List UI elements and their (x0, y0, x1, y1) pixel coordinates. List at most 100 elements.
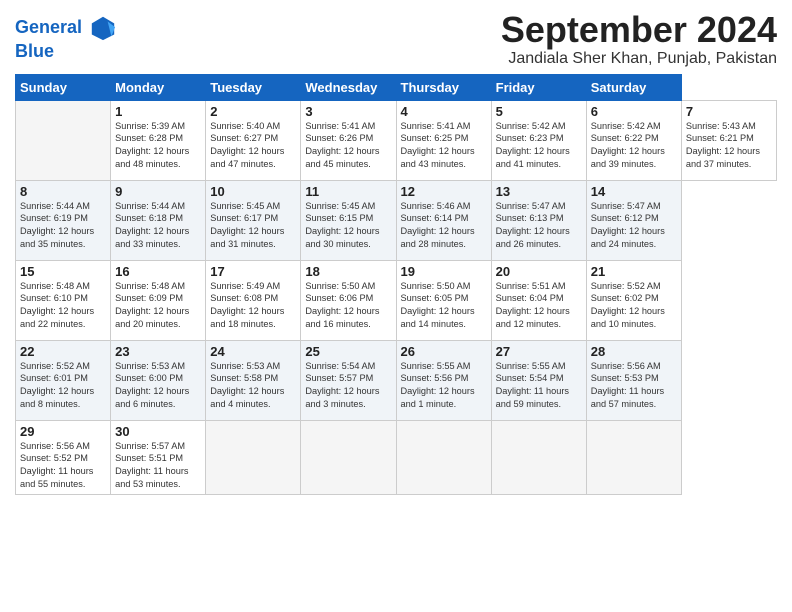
day-info: Sunrise: 5:52 AMSunset: 6:02 PMDaylight:… (591, 280, 677, 332)
calendar-cell: 3Sunrise: 5:41 AMSunset: 6:26 PMDaylight… (301, 100, 396, 180)
day-info: Sunrise: 5:42 AMSunset: 6:22 PMDaylight:… (591, 120, 677, 172)
calendar-cell: 26Sunrise: 5:55 AMSunset: 5:56 PMDayligh… (396, 340, 491, 420)
weekday-header-saturday: Saturday (586, 74, 681, 100)
day-number: 1 (115, 104, 201, 119)
location-title: Jandiala Sher Khan, Punjab, Pakistan (501, 50, 777, 68)
day-number: 6 (591, 104, 677, 119)
calendar-week-4: 29Sunrise: 5:56 AMSunset: 5:52 PMDayligh… (16, 420, 777, 495)
calendar-cell: 17Sunrise: 5:49 AMSunset: 6:08 PMDayligh… (206, 260, 301, 340)
day-number: 21 (591, 264, 677, 279)
calendar-cell: 15Sunrise: 5:48 AMSunset: 6:10 PMDayligh… (16, 260, 111, 340)
calendar-cell: 1Sunrise: 5:39 AMSunset: 6:28 PMDaylight… (111, 100, 206, 180)
day-number: 2 (210, 104, 296, 119)
day-number: 4 (401, 104, 487, 119)
day-number: 24 (210, 344, 296, 359)
day-number: 30 (115, 424, 201, 439)
weekday-header-friday: Friday (491, 74, 586, 100)
day-number: 12 (401, 184, 487, 199)
calendar-week-3: 22Sunrise: 5:52 AMSunset: 6:01 PMDayligh… (16, 340, 777, 420)
day-number: 25 (305, 344, 391, 359)
calendar-cell: 5Sunrise: 5:42 AMSunset: 6:23 PMDaylight… (491, 100, 586, 180)
day-info: Sunrise: 5:43 AMSunset: 6:21 PMDaylight:… (686, 120, 772, 172)
day-info: Sunrise: 5:57 AMSunset: 5:51 PMDaylight:… (115, 440, 201, 492)
calendar-cell: 4Sunrise: 5:41 AMSunset: 6:25 PMDaylight… (396, 100, 491, 180)
weekday-header-thursday: Thursday (396, 74, 491, 100)
day-info: Sunrise: 5:55 AMSunset: 5:54 PMDaylight:… (496, 360, 582, 412)
day-number: 15 (20, 264, 106, 279)
day-number: 28 (591, 344, 677, 359)
day-number: 19 (401, 264, 487, 279)
calendar-cell: 24Sunrise: 5:53 AMSunset: 5:58 PMDayligh… (206, 340, 301, 420)
calendar-cell: 27Sunrise: 5:55 AMSunset: 5:54 PMDayligh… (491, 340, 586, 420)
calendar-title-area: September 2024 Jandiala Sher Khan, Punja… (501, 10, 777, 68)
day-info: Sunrise: 5:56 AMSunset: 5:52 PMDaylight:… (20, 440, 106, 492)
day-info: Sunrise: 5:45 AMSunset: 6:17 PMDaylight:… (210, 200, 296, 252)
calendar-cell: 10Sunrise: 5:45 AMSunset: 6:17 PMDayligh… (206, 180, 301, 260)
day-number: 7 (686, 104, 772, 119)
day-info: Sunrise: 5:39 AMSunset: 6:28 PMDaylight:… (115, 120, 201, 172)
logo: General Blue (15, 14, 117, 62)
day-number: 9 (115, 184, 201, 199)
day-info: Sunrise: 5:46 AMSunset: 6:14 PMDaylight:… (401, 200, 487, 252)
day-info: Sunrise: 5:50 AMSunset: 6:06 PMDaylight:… (305, 280, 391, 332)
calendar-cell (586, 420, 681, 495)
calendar-cell: 13Sunrise: 5:47 AMSunset: 6:13 PMDayligh… (491, 180, 586, 260)
day-info: Sunrise: 5:55 AMSunset: 5:56 PMDaylight:… (401, 360, 487, 412)
weekday-header-row: SundayMondayTuesdayWednesdayThursdayFrid… (16, 74, 777, 100)
calendar-cell: 18Sunrise: 5:50 AMSunset: 6:06 PMDayligh… (301, 260, 396, 340)
day-number: 27 (496, 344, 582, 359)
calendar-cell: 30Sunrise: 5:57 AMSunset: 5:51 PMDayligh… (111, 420, 206, 495)
day-info: Sunrise: 5:48 AMSunset: 6:09 PMDaylight:… (115, 280, 201, 332)
calendar-week-0: 1Sunrise: 5:39 AMSunset: 6:28 PMDaylight… (16, 100, 777, 180)
day-number: 20 (496, 264, 582, 279)
day-number: 23 (115, 344, 201, 359)
day-number: 26 (401, 344, 487, 359)
day-number: 29 (20, 424, 106, 439)
day-info: Sunrise: 5:47 AMSunset: 6:12 PMDaylight:… (591, 200, 677, 252)
logo-subtext: Blue (15, 42, 117, 62)
day-info: Sunrise: 5:47 AMSunset: 6:13 PMDaylight:… (496, 200, 582, 252)
page-header: General Blue September 2024 Jandiala She… (15, 10, 777, 68)
calendar-cell: 6Sunrise: 5:42 AMSunset: 6:22 PMDaylight… (586, 100, 681, 180)
day-number: 17 (210, 264, 296, 279)
day-info: Sunrise: 5:54 AMSunset: 5:57 PMDaylight:… (305, 360, 391, 412)
day-info: Sunrise: 5:41 AMSunset: 6:26 PMDaylight:… (305, 120, 391, 172)
calendar-body: 1Sunrise: 5:39 AMSunset: 6:28 PMDaylight… (16, 100, 777, 495)
calendar-cell (206, 420, 301, 495)
calendar-cell: 23Sunrise: 5:53 AMSunset: 6:00 PMDayligh… (111, 340, 206, 420)
calendar-cell: 20Sunrise: 5:51 AMSunset: 6:04 PMDayligh… (491, 260, 586, 340)
weekday-header-wednesday: Wednesday (301, 74, 396, 100)
day-info: Sunrise: 5:40 AMSunset: 6:27 PMDaylight:… (210, 120, 296, 172)
day-info: Sunrise: 5:41 AMSunset: 6:25 PMDaylight:… (401, 120, 487, 172)
day-info: Sunrise: 5:53 AMSunset: 6:00 PMDaylight:… (115, 360, 201, 412)
day-info: Sunrise: 5:49 AMSunset: 6:08 PMDaylight:… (210, 280, 296, 332)
day-info: Sunrise: 5:44 AMSunset: 6:18 PMDaylight:… (115, 200, 201, 252)
calendar-cell: 12Sunrise: 5:46 AMSunset: 6:14 PMDayligh… (396, 180, 491, 260)
day-number: 10 (210, 184, 296, 199)
calendar-cell: 19Sunrise: 5:50 AMSunset: 6:05 PMDayligh… (396, 260, 491, 340)
day-info: Sunrise: 5:51 AMSunset: 6:04 PMDaylight:… (496, 280, 582, 332)
day-info: Sunrise: 5:50 AMSunset: 6:05 PMDaylight:… (401, 280, 487, 332)
calendar-cell: 14Sunrise: 5:47 AMSunset: 6:12 PMDayligh… (586, 180, 681, 260)
day-info: Sunrise: 5:48 AMSunset: 6:10 PMDaylight:… (20, 280, 106, 332)
day-number: 3 (305, 104, 391, 119)
calendar-cell (396, 420, 491, 495)
day-info: Sunrise: 5:44 AMSunset: 6:19 PMDaylight:… (20, 200, 106, 252)
calendar-cell: 21Sunrise: 5:52 AMSunset: 6:02 PMDayligh… (586, 260, 681, 340)
day-number: 11 (305, 184, 391, 199)
calendar-cell: 22Sunrise: 5:52 AMSunset: 6:01 PMDayligh… (16, 340, 111, 420)
day-number: 14 (591, 184, 677, 199)
day-number: 8 (20, 184, 106, 199)
day-number: 13 (496, 184, 582, 199)
calendar-table: SundayMondayTuesdayWednesdayThursdayFrid… (15, 74, 777, 496)
calendar-cell: 29Sunrise: 5:56 AMSunset: 5:52 PMDayligh… (16, 420, 111, 495)
day-number: 22 (20, 344, 106, 359)
calendar-cell: 16Sunrise: 5:48 AMSunset: 6:09 PMDayligh… (111, 260, 206, 340)
day-info: Sunrise: 5:53 AMSunset: 5:58 PMDaylight:… (210, 360, 296, 412)
day-info: Sunrise: 5:56 AMSunset: 5:53 PMDaylight:… (591, 360, 677, 412)
calendar-cell: 28Sunrise: 5:56 AMSunset: 5:53 PMDayligh… (586, 340, 681, 420)
day-info: Sunrise: 5:52 AMSunset: 6:01 PMDaylight:… (20, 360, 106, 412)
calendar-cell: 8Sunrise: 5:44 AMSunset: 6:19 PMDaylight… (16, 180, 111, 260)
weekday-header-sunday: Sunday (16, 74, 111, 100)
calendar-cell (301, 420, 396, 495)
